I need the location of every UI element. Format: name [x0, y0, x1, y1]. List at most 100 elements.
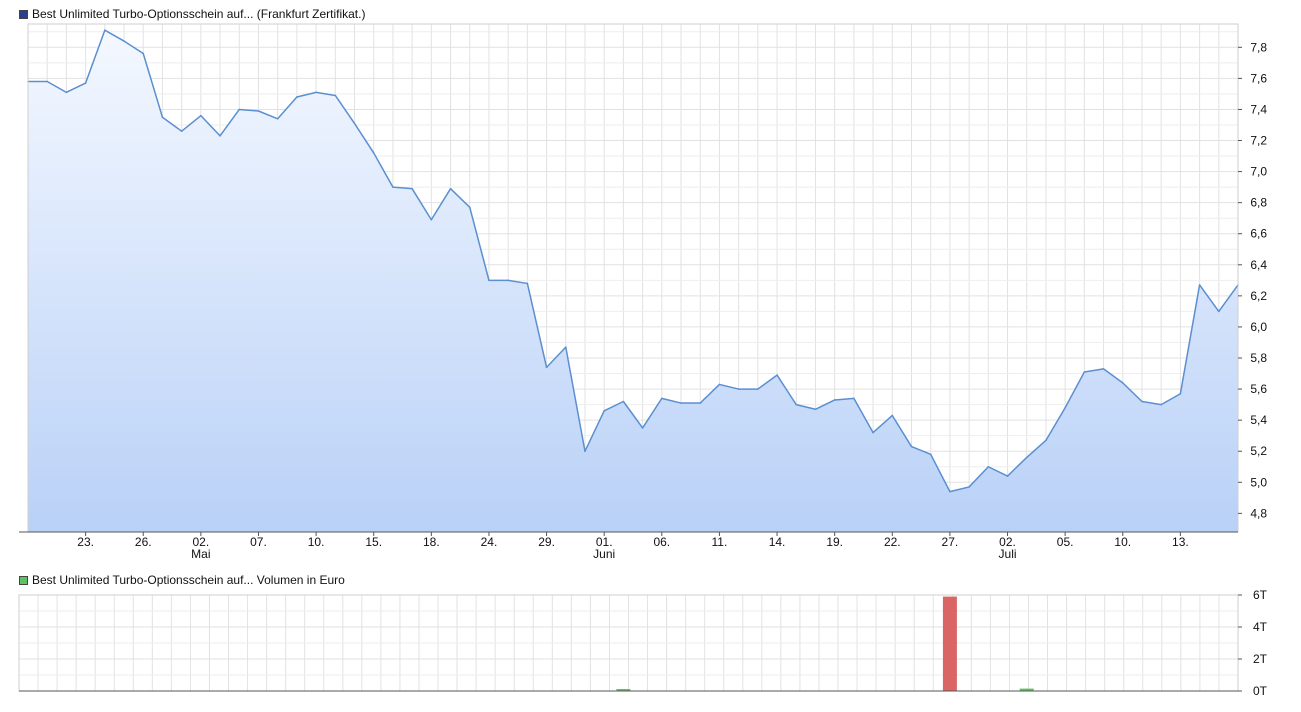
price-point: [392, 186, 394, 188]
price-y-tick-label: 5,6: [1250, 382, 1267, 396]
price-x-tick-label: 07.: [250, 535, 267, 549]
price-x-month-label: Juni: [593, 547, 615, 561]
price-point: [853, 398, 855, 400]
price-point: [527, 283, 529, 285]
price-y-tick-label: 7,0: [1250, 165, 1267, 179]
price-point: [238, 109, 240, 111]
price-point: [162, 116, 164, 118]
price-x-tick-label: 29.: [538, 535, 555, 549]
volume-y-tick-label: 6T: [1253, 588, 1268, 602]
price-point: [988, 466, 990, 468]
price-y-tick-label: 6,6: [1250, 227, 1267, 241]
price-y-tick-label: 5,8: [1250, 351, 1267, 365]
price-y-tick-label: 6,4: [1250, 258, 1267, 272]
price-point: [699, 402, 701, 404]
price-point: [642, 427, 644, 429]
price-point: [949, 491, 951, 493]
price-point: [200, 115, 202, 117]
price-point: [1026, 457, 1028, 459]
price-point: [85, 82, 87, 84]
price-point: [1084, 371, 1086, 373]
price-point: [142, 53, 144, 55]
price-point: [1199, 284, 1201, 286]
price-point: [277, 118, 279, 120]
price-x-tick-label: 27.: [942, 535, 959, 549]
price-point: [1180, 393, 1182, 395]
price-point: [488, 280, 490, 282]
price-point: [623, 401, 625, 403]
price-point: [104, 29, 106, 31]
price-point: [584, 450, 586, 452]
price-point: [411, 188, 413, 190]
price-x-tick-label: 18.: [423, 535, 440, 549]
price-point: [1160, 404, 1162, 406]
volume-y-tick-label: 2T: [1253, 652, 1268, 666]
price-y-tick-label: 7,6: [1250, 71, 1267, 85]
price-point: [930, 454, 932, 456]
volume-bar: [943, 597, 957, 691]
price-x-tick-label: 14.: [769, 535, 786, 549]
price-point: [469, 207, 471, 209]
price-point: [546, 367, 548, 369]
price-y-tick-label: 5,0: [1250, 475, 1267, 489]
price-point: [776, 374, 778, 376]
price-point: [1064, 407, 1066, 409]
price-y-tick-label: 5,2: [1250, 444, 1267, 458]
price-y-tick-label: 7,4: [1250, 102, 1267, 116]
price-x-tick-label: 23.: [77, 535, 94, 549]
volume-y-axis: 0T 2T 4T 6T: [1238, 588, 1268, 698]
price-point: [66, 92, 68, 94]
price-y-tick-label: 4,8: [1250, 506, 1267, 520]
price-y-axis: 4,85,05,25,45,65,86,06,26,46,66,87,07,27…: [1238, 40, 1267, 520]
price-point: [315, 92, 317, 94]
price-point: [1141, 401, 1143, 403]
price-point: [181, 130, 183, 132]
volume-grid: [19, 595, 1238, 691]
price-point: [738, 388, 740, 390]
price-x-tick-label: 11.: [712, 535, 728, 549]
price-y-tick-label: 7,2: [1250, 134, 1267, 148]
price-point: [219, 135, 221, 137]
price-point: [373, 152, 375, 154]
price-x-tick-label: 24.: [481, 535, 498, 549]
volume-y-tick-label: 4T: [1253, 620, 1268, 634]
price-point: [450, 188, 452, 190]
price-point: [1122, 382, 1124, 384]
price-point: [258, 110, 260, 112]
price-point: [1218, 311, 1220, 313]
price-x-tick-label: 26.: [135, 535, 152, 549]
price-point: [507, 280, 509, 282]
price-x-month-label: Juli: [999, 547, 1017, 561]
price-point: [354, 123, 356, 125]
price-point: [834, 399, 836, 401]
price-point: [1007, 475, 1009, 477]
price-x-tick-label: 10.: [308, 535, 325, 549]
price-point: [661, 398, 663, 400]
price-point: [911, 446, 913, 448]
price-x-tick-label: 05.: [1057, 535, 1074, 549]
price-y-tick-label: 5,4: [1250, 413, 1267, 427]
price-x-tick-label: 06.: [653, 535, 670, 549]
chart-canvas: 4,85,05,25,45,65,86,06,26,46,66,87,07,27…: [0, 0, 1301, 712]
price-y-tick-label: 6,0: [1250, 320, 1267, 334]
price-x-tick-label: 13.: [1172, 535, 1189, 549]
price-x-tick-label: 15.: [365, 535, 382, 549]
price-point: [891, 415, 893, 417]
price-point: [296, 96, 298, 98]
price-point: [757, 388, 759, 390]
price-point: [815, 408, 817, 410]
price-point: [123, 40, 125, 42]
price-area-fill: [28, 30, 1238, 532]
price-y-tick-label: 6,2: [1250, 289, 1267, 303]
price-point: [1045, 440, 1047, 442]
price-point: [46, 81, 48, 83]
price-point: [795, 404, 797, 406]
price-x-axis: 23.26.02.07.10.15.18.24.29.01.06.11.14.1…: [77, 532, 1188, 561]
volume-y-tick-label: 0T: [1253, 684, 1268, 698]
price-y-tick-label: 7,8: [1250, 40, 1267, 54]
price-point: [603, 410, 605, 412]
price-x-tick-label: 22.: [884, 535, 901, 549]
price-x-tick-label: 19.: [826, 535, 843, 549]
price-point: [872, 432, 874, 434]
price-x-month-label: Mai: [191, 547, 210, 561]
